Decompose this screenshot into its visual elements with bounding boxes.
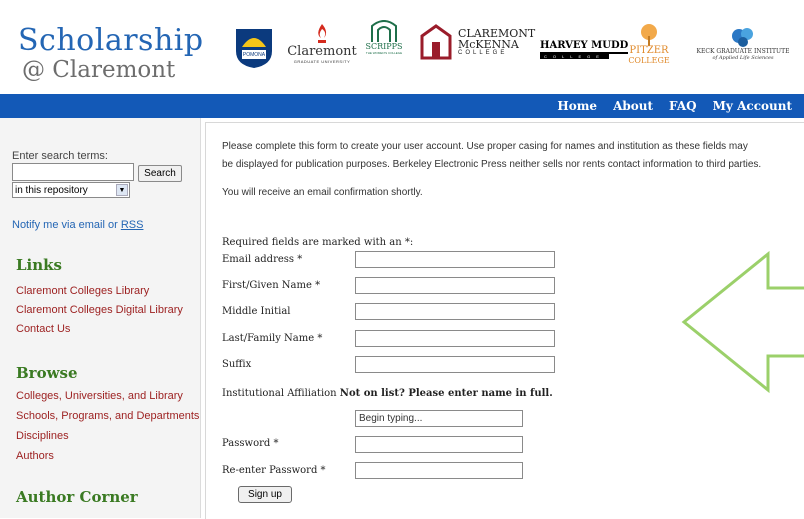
pitzer-logo[interactable]: PITZER COLLEGE [628, 24, 670, 65]
cmc-logo[interactable]: CLAREMONT McKENNA COLLEGE [418, 22, 535, 62]
browse-link-disciplines[interactable]: Disciplines [16, 430, 69, 442]
first-name-label: First/Given Name * [222, 280, 321, 291]
kgi-name: KECK GRADUATE INSTITUTE [696, 48, 790, 55]
institution-label: Institutional Affiliation [222, 388, 337, 399]
pitzer-name: PITZER [629, 45, 669, 56]
browse-link-colleges[interactable]: Colleges, Universities, and Library [16, 390, 183, 402]
main-nav: Home About FAQ My Account [0, 94, 804, 118]
required-note: Required fields are marked with an *: [222, 237, 414, 248]
last-name-label: Last/Family Name * [222, 333, 323, 344]
browse-link-authors[interactable]: Authors [16, 450, 54, 462]
password-label: Password * [222, 438, 279, 449]
scripps-logo[interactable]: SCRIPPS THE WOMEN'S COLLEGE [358, 20, 410, 55]
cgu-subtitle: GRADUATE UNIVERSITY [293, 59, 351, 64]
institution-field[interactable]: Begin typing... [355, 410, 523, 427]
nav-links: Home About FAQ My Account [557, 94, 792, 118]
confirmation-note: You will receive an email confirmation s… [222, 187, 423, 198]
email-field[interactable] [355, 251, 555, 268]
nav-home[interactable]: Home [557, 99, 597, 113]
institution-note: Not on list? Please enter name in full. [339, 388, 553, 399]
links-heading: Links [16, 256, 62, 274]
pomona-seal-icon: POMONA [236, 29, 272, 68]
cmc-text: CLAREMONT McKENNA COLLEGE [458, 28, 535, 56]
middle-initial-field[interactable] [355, 303, 555, 320]
arrow-left-icon [681, 250, 804, 394]
reenter-password-label: Re-enter Password * [222, 465, 326, 476]
scripps-arch-icon [371, 20, 397, 42]
chevron-down-icon[interactable]: ▼ [116, 184, 128, 196]
author-corner-heading: Author Corner [16, 488, 138, 506]
search-scope-value: in this repository [15, 185, 88, 196]
nav-my-account[interactable]: My Account [713, 99, 792, 113]
rss-link[interactable]: RSS [121, 219, 144, 231]
cgu-logo[interactable]: Claremont GRADUATE UNIVERSITY [286, 24, 358, 64]
cgu-name: Claremont [287, 44, 357, 59]
site-logo-subtitle[interactable]: @ Claremont [22, 58, 175, 82]
search-scope-select[interactable]: in this repository ▼ [12, 182, 130, 198]
last-name-field[interactable] [355, 330, 555, 347]
nav-about[interactable]: About [613, 99, 653, 113]
notify-line: Notify me via email or RSS [12, 219, 143, 231]
tree-icon [641, 24, 657, 46]
sidebar-link-digital-library[interactable]: Claremont Colleges Digital Library [16, 304, 183, 316]
pitzer-subtitle: COLLEGE [628, 56, 670, 65]
cmc-line2: McKENNA [458, 38, 519, 51]
sign-up-button[interactable]: Sign up [238, 486, 292, 503]
pomona-text: POMONA [243, 52, 266, 58]
pomona-logo[interactable]: POMONA [232, 25, 276, 69]
middle-initial-label: Middle Initial [222, 306, 291, 317]
browse-link-schools[interactable]: Schools, Programs, and Departments [16, 410, 199, 422]
nav-faq[interactable]: FAQ [669, 99, 697, 113]
scripps-subtitle: THE WOMEN'S COLLEGE [365, 51, 403, 55]
site-logo-title[interactable]: Scholarship [18, 26, 204, 56]
site-header: Scholarship @ Claremont POMONA Claremont… [0, 0, 804, 94]
suffix-label: Suffix [222, 359, 252, 370]
sidebar-link-library[interactable]: Claremont Colleges Library [16, 285, 149, 297]
hmc-logo[interactable]: HARVEY MUDD COLLEGE [540, 40, 629, 59]
institution-line: Institutional Affiliation Not on list? P… [222, 388, 553, 399]
flame-icon [318, 24, 327, 43]
hmc-subtitle: COLLEGE [540, 54, 609, 59]
search-button[interactable]: Search [138, 165, 182, 182]
notify-text[interactable]: Notify me via email or [12, 219, 118, 231]
email-label: Email address * [222, 254, 303, 265]
cmc-line3: COLLEGE [458, 50, 508, 56]
cmc-building-icon [420, 24, 452, 60]
password-field[interactable] [355, 436, 523, 453]
hmc-name: HARVEY MUDD [540, 40, 629, 54]
sidebar-link-contact[interactable]: Contact Us [16, 323, 70, 335]
reenter-password-field[interactable] [355, 462, 523, 479]
intro-line-1: Please complete this form to create your… [222, 141, 748, 152]
kgi-subtitle: of Applied Life Sciences [712, 55, 774, 61]
intro-line-2: be displayed for publication purposes. B… [222, 159, 762, 170]
search-label: Enter search terms: [12, 150, 108, 162]
suffix-field[interactable] [355, 356, 555, 373]
kgi-cells-icon [732, 28, 753, 47]
search-input[interactable] [12, 163, 134, 181]
kgi-logo[interactable]: KECK GRADUATE INSTITUTE of Applied Life … [682, 26, 804, 61]
scripps-name: SCRIPPS [365, 42, 403, 51]
first-name-field[interactable] [355, 277, 555, 294]
browse-heading: Browse [16, 364, 78, 382]
